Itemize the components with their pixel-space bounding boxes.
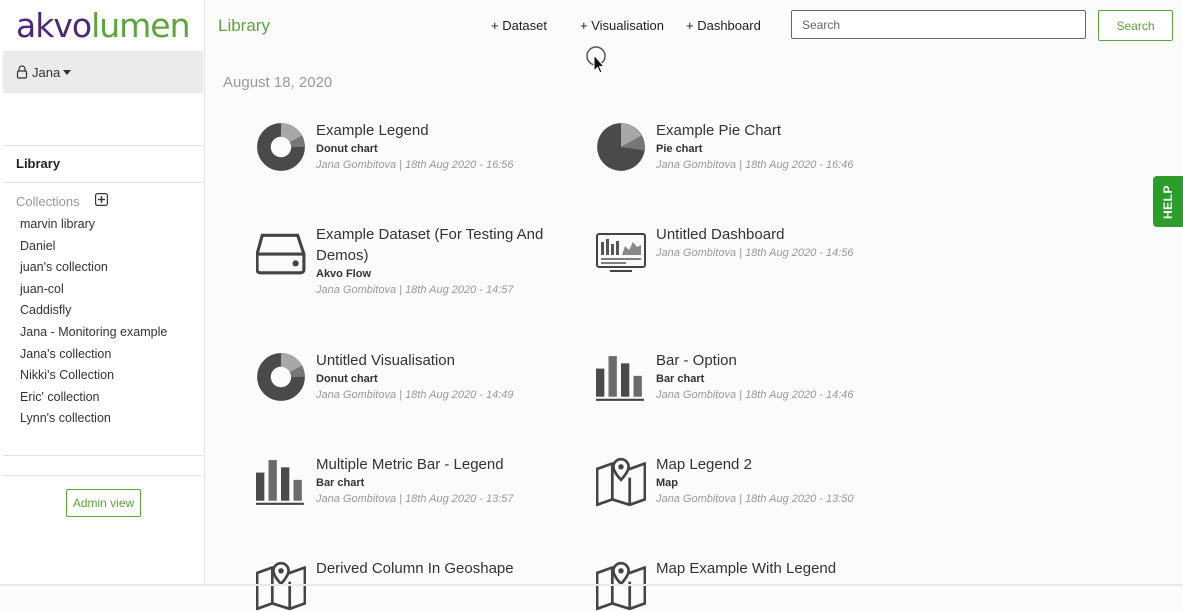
lock-icon — [16, 65, 28, 79]
add-visualisation-link[interactable]: + Visualisation — [580, 18, 664, 33]
item-meta: Jana Gombitova | 18th Aug 2020 - 14:46 — [656, 389, 854, 401]
item-type: Pie chart — [656, 143, 703, 155]
item-title[interactable]: Example Dataset (For Testing And Demos) — [316, 224, 556, 266]
collections-heading: Collections — [16, 194, 80, 209]
collections-list: marvin library Daniel juan's collection … — [20, 214, 180, 430]
collection-item[interactable]: Daniel — [20, 236, 180, 258]
donut-chart-icon — [257, 123, 305, 171]
item-meta: Jana Gombitova | 18th Aug 2020 - 16:56 — [316, 159, 514, 171]
map-icon — [256, 561, 306, 611]
item-meta: Jana Gombitova | 18th Aug 2020 - 13:57 — [316, 493, 514, 505]
search-input[interactable] — [791, 10, 1086, 39]
add-collection-icon[interactable] — [95, 193, 108, 206]
divider — [3, 455, 203, 456]
item-meta: Jana Gombitova | 18th Aug 2020 - 16:46 — [656, 159, 854, 171]
caret-down-icon — [63, 69, 72, 75]
item-meta: Jana Gombitova | 18th Aug 2020 - 14:49 — [316, 389, 514, 401]
item-title[interactable]: Example Legend — [316, 120, 556, 141]
user-menu[interactable]: Jana — [3, 51, 203, 93]
item-title[interactable]: Derived Column In Geoshape — [316, 558, 556, 579]
collection-item[interactable]: Eric' collection — [20, 387, 180, 409]
item-title[interactable]: Multiple Metric Bar - Legend — [316, 454, 556, 475]
help-label: HELP — [1161, 184, 1176, 219]
dashboard-icon — [596, 233, 646, 272]
date-heading: August 18, 2020 — [223, 74, 333, 91]
item-title[interactable]: Untitled Visualisation — [316, 350, 556, 371]
bar-chart-icon — [256, 460, 304, 505]
item-type: Bar chart — [656, 373, 705, 385]
item-type: Donut chart — [316, 373, 378, 385]
item-title[interactable]: Example Pie Chart — [656, 120, 896, 141]
search-button[interactable]: Search — [1098, 10, 1173, 41]
help-tab[interactable]: HELP — [1153, 176, 1183, 227]
mouse-cursor-icon — [586, 46, 606, 74]
divider — [3, 182, 203, 183]
item-meta: Jana Gombitova | 18th Aug 2020 - 13:50 — [656, 493, 854, 505]
collection-item[interactable]: marvin library — [20, 214, 180, 236]
collection-item[interactable]: Jana - Monitoring example — [20, 322, 180, 344]
donut-chart-icon — [257, 353, 305, 401]
item-type: Donut chart — [316, 143, 378, 155]
item-type: Akvo Flow — [316, 268, 372, 280]
add-dashboard-link[interactable]: + Dashboard — [686, 18, 761, 33]
page-title: Library — [218, 16, 270, 35]
divider — [3, 475, 203, 476]
item-title[interactable]: Map Legend 2 — [656, 454, 896, 475]
bar-chart-icon — [596, 356, 644, 401]
collection-item[interactable]: Caddisfly — [20, 300, 180, 322]
collection-item[interactable]: juan's collection — [20, 257, 180, 279]
user-name: Jana — [32, 64, 61, 80]
map-icon — [596, 457, 646, 507]
item-meta: Jana Gombitova | 18th Aug 2020 - 14:57 — [316, 284, 514, 296]
map-icon — [596, 561, 646, 611]
sidebar-library-link[interactable]: Library — [16, 156, 60, 171]
item-title[interactable]: Map Example With Legend — [656, 558, 896, 579]
akvo-lumen-logo[interactable]: akvolumen — [16, 6, 191, 45]
collection-item[interactable]: juan-col — [20, 279, 180, 301]
dataset-icon — [256, 233, 306, 275]
item-type: Bar chart — [316, 477, 365, 489]
item-type: Map — [656, 477, 678, 489]
item-title[interactable]: Bar - Option — [656, 350, 896, 371]
item-title[interactable]: Untitled Dashboard — [656, 224, 896, 245]
pie-chart-icon — [597, 123, 645, 171]
add-dataset-link[interactable]: + Dataset — [491, 18, 547, 33]
sidebar: akvolumen Jana Library Collections marvi… — [0, 0, 205, 586]
collection-item[interactable]: Jana's collection — [20, 344, 180, 366]
admin-view-button[interactable]: Admin view — [66, 489, 141, 517]
divider — [3, 145, 203, 146]
item-meta: Jana Gombitova | 18th Aug 2020 - 14:56 — [656, 247, 854, 259]
collection-item[interactable]: Lynn's collection — [20, 408, 180, 430]
collection-item[interactable]: Nikki's Collection — [20, 365, 180, 387]
